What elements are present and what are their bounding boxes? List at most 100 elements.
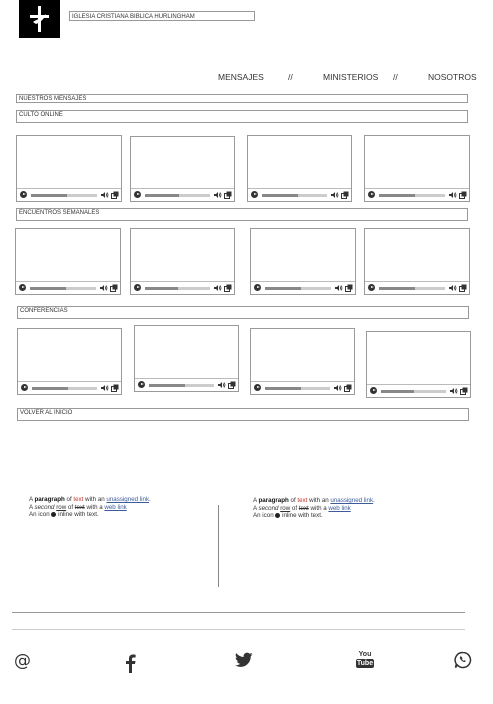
- seek-bar[interactable]: [381, 390, 446, 393]
- video-screen[interactable]: [131, 137, 234, 189]
- play-icon[interactable]: [254, 384, 261, 391]
- fullscreen-icon[interactable]: [111, 384, 119, 392]
- video-player[interactable]: [130, 136, 235, 202]
- seek-bar[interactable]: [149, 384, 214, 387]
- play-icon[interactable]: [134, 284, 141, 291]
- video-player[interactable]: [364, 135, 470, 202]
- nav-separator: //: [393, 72, 398, 82]
- seek-bar[interactable]: [265, 387, 330, 390]
- fullscreen-icon[interactable]: [111, 191, 119, 199]
- video-controls: [131, 281, 234, 294]
- seek-bar[interactable]: [379, 194, 445, 197]
- section-conferencias: CONFERENCIAS: [17, 306, 469, 319]
- play-icon[interactable]: [20, 191, 27, 198]
- video-controls: [365, 188, 469, 201]
- seek-bar[interactable]: [379, 287, 445, 290]
- video-screen[interactable]: [248, 136, 351, 189]
- seek-bar[interactable]: [262, 194, 327, 197]
- fullscreen-icon[interactable]: [224, 284, 232, 292]
- video-player[interactable]: [130, 228, 235, 295]
- video-player[interactable]: [15, 228, 121, 295]
- video-screen[interactable]: [18, 329, 121, 382]
- video-controls: [365, 281, 469, 294]
- volume-icon[interactable]: [449, 284, 457, 292]
- volume-icon[interactable]: [101, 191, 109, 199]
- video-screen[interactable]: [131, 229, 234, 282]
- video-screen[interactable]: [251, 229, 355, 282]
- fullscreen-icon[interactable]: [459, 284, 467, 292]
- video-player[interactable]: [17, 328, 122, 395]
- seek-bar[interactable]: [31, 194, 97, 197]
- web-link[interactable]: web link: [104, 504, 126, 511]
- footer-text-right: A paragraph of text with an unassigned l…: [253, 497, 375, 520]
- video-screen[interactable]: [365, 136, 469, 189]
- play-icon[interactable]: [138, 381, 145, 388]
- nav-nosotros[interactable]: NOSOTROS: [428, 72, 477, 82]
- video-screen[interactable]: [365, 229, 469, 282]
- unassigned-link[interactable]: unassigned link: [330, 497, 373, 504]
- volume-icon[interactable]: [214, 284, 222, 292]
- volume-icon[interactable]: [334, 384, 342, 392]
- seek-bar[interactable]: [145, 287, 210, 290]
- fullscreen-icon[interactable]: [345, 284, 353, 292]
- section-encuentros-semanales: ENCUENTROS SEMANALES: [16, 208, 468, 221]
- play-icon[interactable]: [368, 284, 375, 291]
- video-player[interactable]: [250, 328, 355, 395]
- fullscreen-icon[interactable]: [224, 191, 232, 199]
- video-screen[interactable]: [135, 326, 238, 379]
- fullscreen-icon[interactable]: [459, 191, 467, 199]
- seek-bar[interactable]: [32, 387, 97, 390]
- facebook-icon[interactable]: [123, 653, 143, 675]
- seek-bar[interactable]: [145, 194, 210, 197]
- play-icon[interactable]: [21, 384, 28, 391]
- video-screen[interactable]: [251, 329, 354, 382]
- seek-bar[interactable]: [265, 287, 331, 290]
- nav-ministerios[interactable]: MINISTERIOS: [323, 72, 378, 82]
- volume-icon[interactable]: [101, 384, 109, 392]
- video-player[interactable]: [366, 331, 471, 398]
- fullscreen-icon[interactable]: [110, 284, 118, 292]
- fullscreen-icon[interactable]: [228, 381, 236, 389]
- footer-text-left: A paragraph of text with an unassigned l…: [29, 496, 151, 519]
- twitter-icon[interactable]: [234, 652, 255, 674]
- volume-icon[interactable]: [218, 381, 226, 389]
- fullscreen-icon[interactable]: [460, 387, 468, 395]
- at-sign-icon[interactable]: @: [13, 650, 33, 672]
- text-line-3: An icon inline with text.: [253, 512, 323, 520]
- volume-icon[interactable]: [335, 284, 343, 292]
- whatsapp-icon[interactable]: [454, 651, 474, 673]
- video-player[interactable]: [134, 325, 239, 392]
- seek-bar[interactable]: [30, 287, 96, 290]
- fullscreen-icon[interactable]: [341, 191, 349, 199]
- logo[interactable]: [19, 0, 60, 38]
- fullscreen-icon[interactable]: [344, 384, 352, 392]
- video-player[interactable]: [16, 135, 122, 202]
- video-controls: [18, 381, 121, 394]
- play-icon[interactable]: [254, 284, 261, 291]
- web-link[interactable]: web link: [328, 505, 350, 512]
- volver-al-inicio-link[interactable]: VOLVER AL INICIO: [17, 408, 469, 421]
- play-icon[interactable]: [370, 387, 377, 394]
- volume-icon[interactable]: [331, 191, 339, 199]
- footer-divider: [12, 629, 465, 630]
- video-screen[interactable]: [17, 136, 121, 189]
- play-icon[interactable]: [134, 191, 141, 198]
- video-screen[interactable]: [16, 229, 120, 282]
- video-controls: [248, 188, 351, 201]
- youtube-icon[interactable]: You Tube: [356, 651, 374, 671]
- play-icon[interactable]: [251, 191, 258, 198]
- video-player[interactable]: [250, 228, 356, 295]
- nav-mensajes[interactable]: MENSAJES: [218, 72, 264, 82]
- volume-icon[interactable]: [100, 284, 108, 292]
- video-player[interactable]: [364, 228, 470, 295]
- play-icon[interactable]: [19, 284, 26, 291]
- play-icon[interactable]: [368, 191, 375, 198]
- unassigned-link[interactable]: unassigned link: [106, 496, 149, 503]
- volume-icon[interactable]: [449, 191, 457, 199]
- video-screen[interactable]: [367, 332, 470, 385]
- video-controls: [367, 384, 470, 397]
- volume-icon[interactable]: [450, 387, 458, 395]
- section-nuestros-mensajes: NUESTROS MENSAJES: [16, 94, 468, 103]
- volume-icon[interactable]: [214, 191, 222, 199]
- video-player[interactable]: [247, 135, 352, 202]
